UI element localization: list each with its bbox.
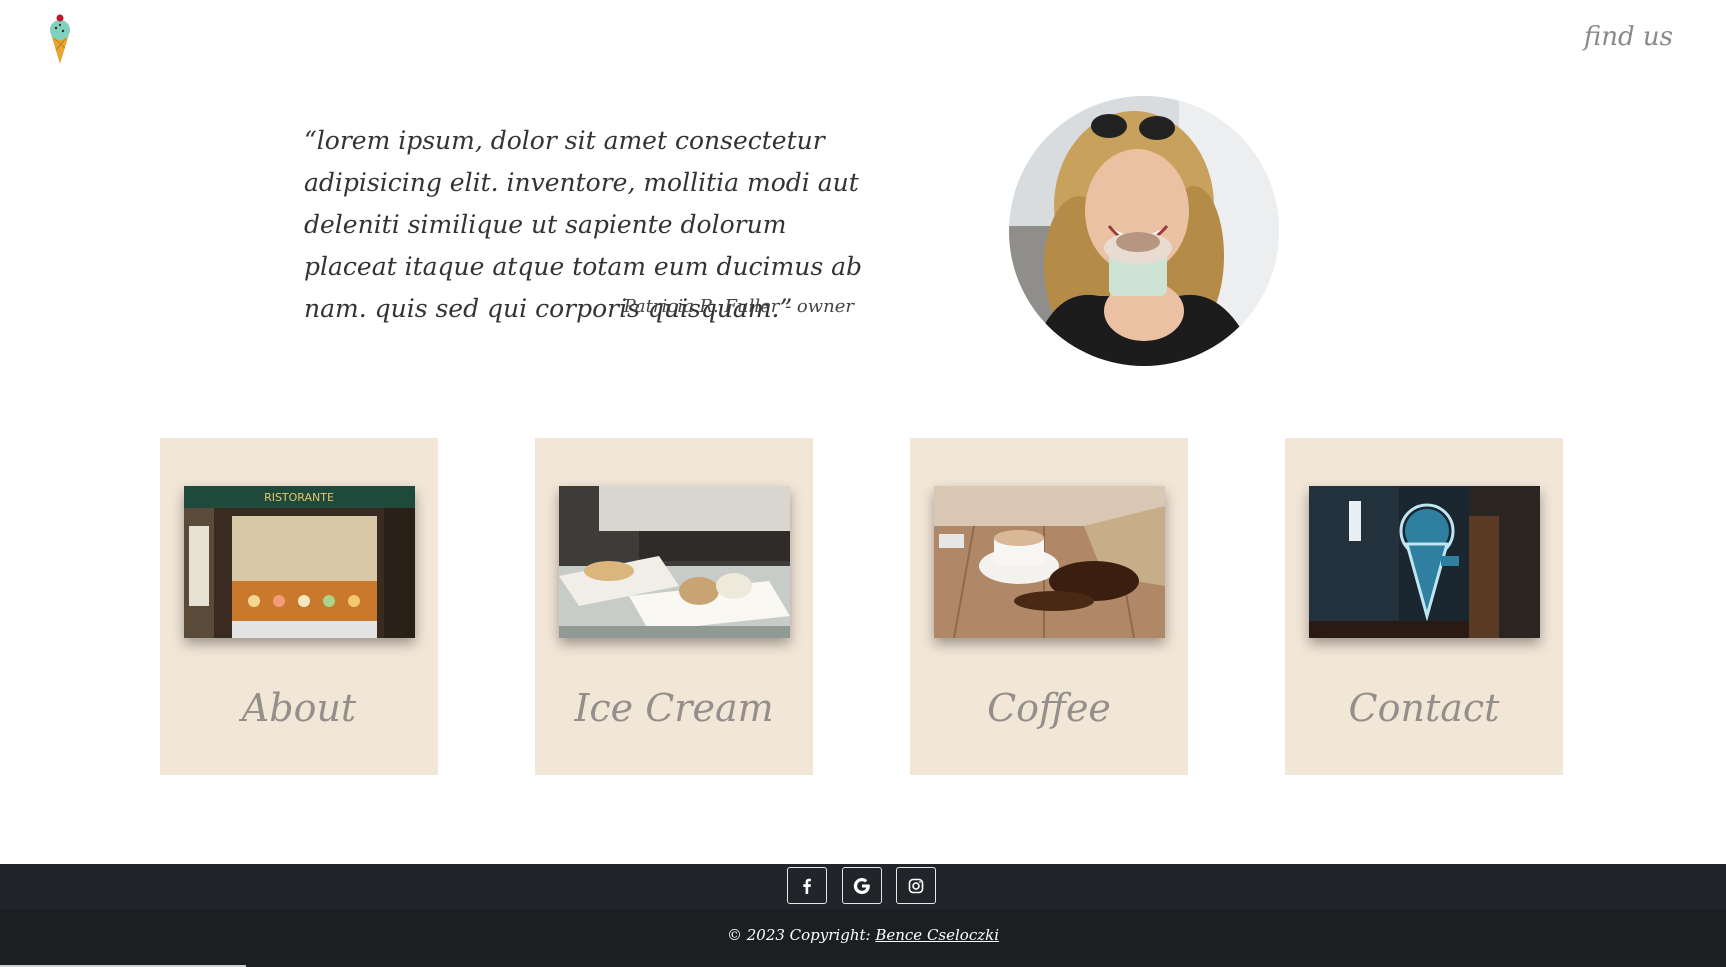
card-about[interactable]: RISTORANTE About [160,438,438,775]
contact-image [1309,486,1540,638]
author-link[interactable]: Bence Cseloczki [875,926,999,944]
testimonial-author: Patricia R. Fuller - owner [623,296,854,317]
ice-cream-image [559,486,790,638]
instagram-button[interactable] [896,867,936,904]
card-ice-cream[interactable]: Ice Cream [535,438,813,775]
copyright-prefix: © 2023 Copyright: [726,926,876,944]
instagram-icon [908,878,924,893]
ice-cream-cone-icon [50,14,70,64]
coffee-image [934,486,1165,638]
card-label: About [241,686,357,730]
card-label: Ice Cream [574,686,774,730]
nav-find-us-link[interactable]: find us [1584,22,1673,52]
logo[interactable] [46,12,74,64]
facebook-icon [803,878,811,894]
facebook-button[interactable] [787,867,827,904]
google-icon [853,877,870,894]
google-button[interactable] [842,867,882,904]
svg-text:RISTORANTE: RISTORANTE [264,491,334,504]
card-label: Coffee [987,686,1111,730]
card-contact[interactable]: Contact [1285,438,1563,775]
card-label: Contact [1348,686,1500,730]
card-coffee[interactable]: Coffee [910,438,1188,775]
about-image: RISTORANTE [184,486,415,638]
owner-portrait [1009,96,1279,366]
copyright-text: © 2023 Copyright: Bence Cseloczki [0,926,1726,944]
